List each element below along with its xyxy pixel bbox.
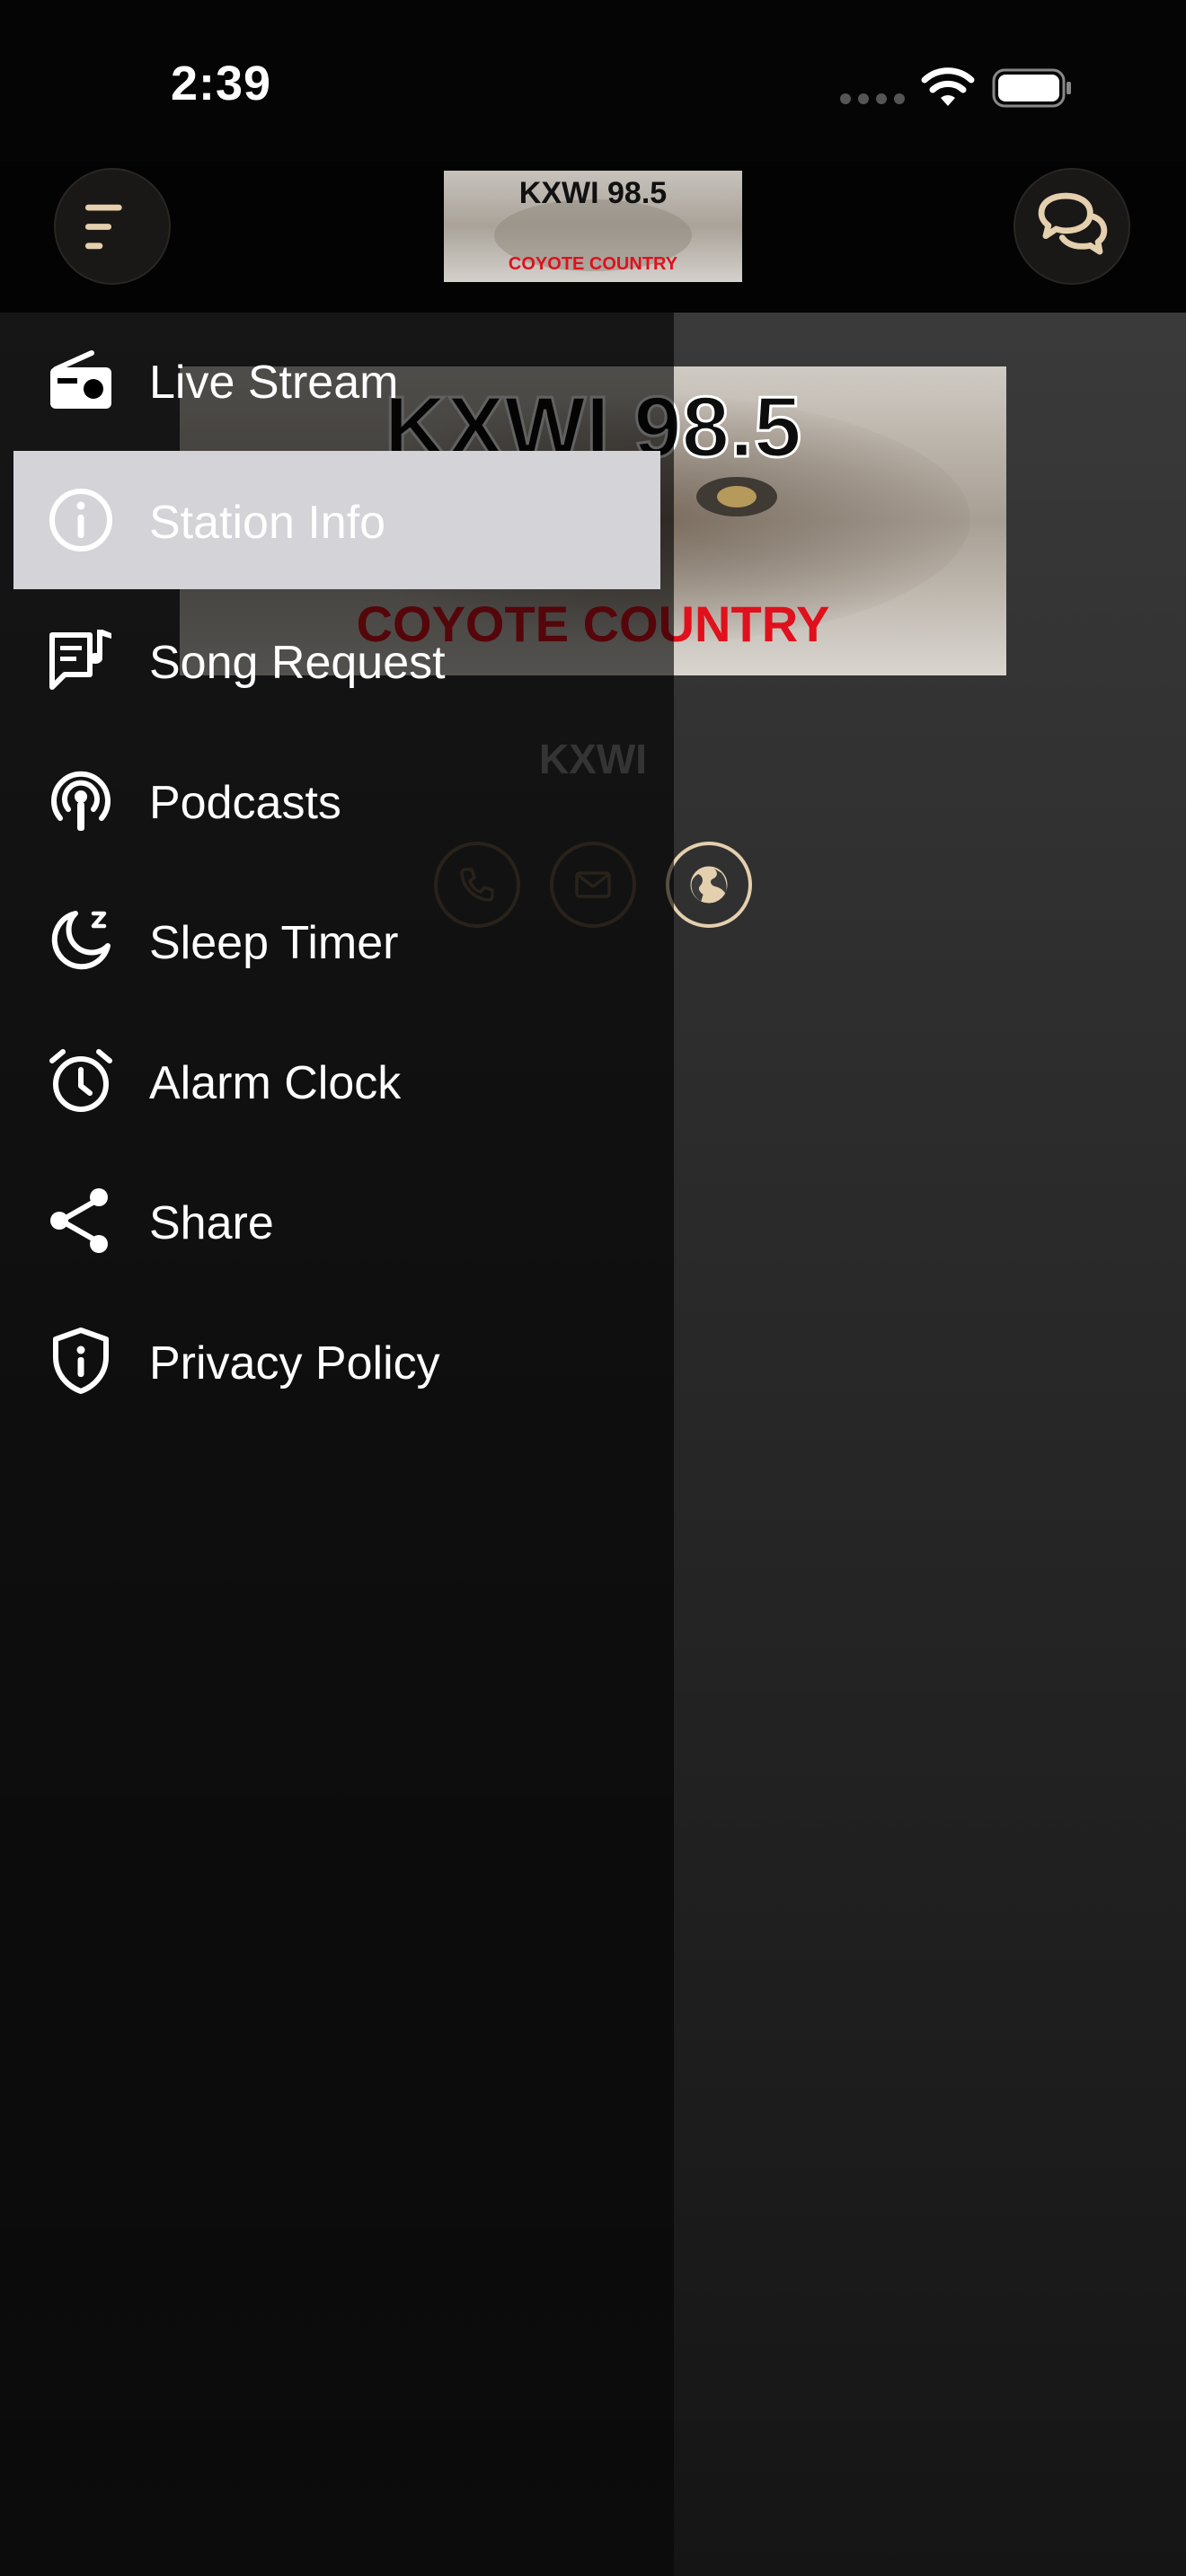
shield-icon [53, 1328, 109, 1394]
drawer-item-live-stream[interactable]: Live Stream [0, 311, 674, 449]
battery-icon [992, 68, 1071, 108]
menu-button[interactable] [54, 168, 171, 285]
drawer-item-label: Alarm Clock [149, 1057, 402, 1109]
alarm-clock-icon [49, 1049, 112, 1112]
drawer-item-share[interactable]: Share [0, 1151, 674, 1290]
info-icon [49, 489, 112, 551]
drawer-item-privacy-policy[interactable]: Privacy Policy [0, 1292, 674, 1430]
drawer-item-label: Privacy Policy [149, 1337, 440, 1389]
cellular-signal-icon [840, 93, 905, 104]
drawer-item-label: Podcasts [149, 777, 341, 829]
website-button[interactable] [666, 842, 752, 928]
radio-icon [50, 350, 111, 409]
drawer-item-label: Song Request [149, 637, 446, 689]
status-time: 2:39 [171, 57, 272, 110]
svg-text:KXWI 98.5: KXWI 98.5 [519, 176, 667, 210]
podcast-icon [51, 771, 111, 831]
sleep-timer-icon [51, 911, 111, 970]
drawer-item-sleep-timer[interactable]: Sleep Timer [0, 871, 674, 1010]
drawer-item-label: Station Info [149, 497, 386, 549]
drawer-item-label: Share [149, 1197, 274, 1249]
chat-icon [1038, 192, 1108, 255]
wifi-icon [921, 67, 975, 106]
drawer-item-alarm-clock[interactable]: Alarm Clock [0, 1011, 674, 1150]
drawer-shade [0, 1455, 674, 2576]
song-request-icon [49, 630, 111, 690]
svg-text:COYOTE COUNTRY: COYOTE COUNTRY [509, 254, 678, 274]
menu-icon [84, 204, 122, 250]
chat-button[interactable] [1013, 168, 1130, 285]
station-logo-header: KXWI 98.5 COYOTE COUNTRY [444, 171, 742, 282]
drawer-item-song-request[interactable]: Song Request [0, 591, 674, 729]
drawer-item-station-info[interactable]: Station Info [13, 451, 660, 589]
drawer-item-label: Sleep Timer [149, 917, 399, 969]
status-bar: 2:39 [0, 0, 1186, 162]
share-icon [50, 1188, 108, 1253]
drawer-item-label: Live Stream [149, 357, 399, 409]
globe-icon [690, 866, 728, 904]
drawer-item-podcasts[interactable]: Podcasts [0, 731, 674, 869]
